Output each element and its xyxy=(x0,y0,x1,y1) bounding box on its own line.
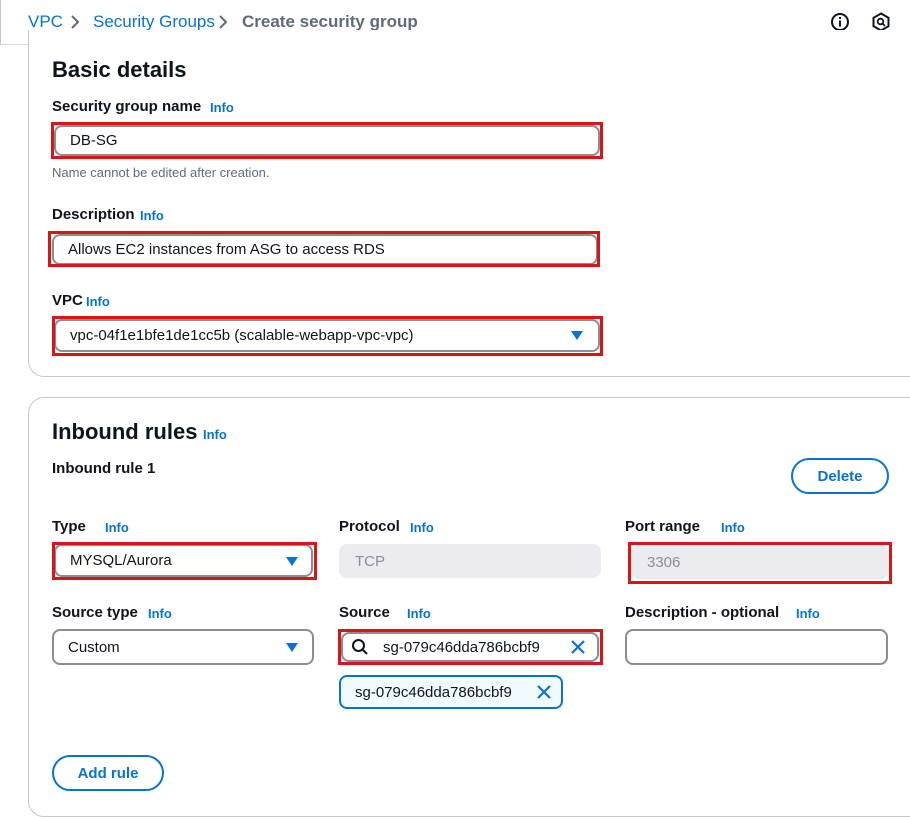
left-edge-divider xyxy=(0,0,1,45)
description-label: Description xyxy=(52,206,135,223)
rule-description-input[interactable] xyxy=(625,629,888,665)
vpc-label: VPC xyxy=(52,292,83,309)
source-type-select[interactable]: Custom xyxy=(52,629,314,665)
chevron-right-icon xyxy=(71,15,80,29)
port-range-label: Port range xyxy=(625,518,701,535)
protocol-label: Protocol xyxy=(339,518,400,535)
highlight-box xyxy=(628,542,892,584)
highlight-box xyxy=(51,122,603,159)
port-range-info-link[interactable]: Info xyxy=(721,520,745,535)
highlight-box xyxy=(52,542,317,580)
source-type-label: Source type xyxy=(52,604,138,621)
security-group-name-info-link[interactable]: Info xyxy=(210,100,234,115)
source-info-link[interactable]: Info xyxy=(407,606,431,621)
rule-description-label: Description - optional xyxy=(625,604,780,621)
protocol-field: TCP xyxy=(339,544,601,578)
source-label: Source xyxy=(339,604,390,621)
delete-rule-button[interactable]: Delete xyxy=(791,458,889,494)
inbound-rules-heading: Inbound rules xyxy=(52,419,198,444)
highlight-box xyxy=(52,316,603,356)
breadcrumb-security-groups-link[interactable]: Security Groups xyxy=(93,12,215,32)
security-group-name-hint: Name cannot be edited after creation. xyxy=(52,165,270,180)
description-info-link[interactable]: Info xyxy=(140,208,164,223)
chevron-right-icon xyxy=(219,15,228,29)
highlight-box xyxy=(48,231,600,267)
inbound-rules-info-link[interactable]: Info xyxy=(203,427,227,442)
basic-details-heading: Basic details xyxy=(52,57,187,82)
add-rule-button[interactable]: Add rule xyxy=(52,755,164,791)
info-circle-icon[interactable] xyxy=(830,12,850,32)
breadcrumb-vpc-link[interactable]: VPC xyxy=(28,12,63,32)
type-label: Type xyxy=(52,518,86,535)
remove-token-icon[interactable] xyxy=(536,684,552,700)
rule-description-info-link[interactable]: Info xyxy=(796,606,820,621)
protocol-info-link[interactable]: Info xyxy=(410,520,434,535)
highlight-box xyxy=(338,629,603,665)
security-group-name-label: Security group name xyxy=(52,98,202,115)
source-token: sg-079c46dda786bcbf9 xyxy=(339,675,563,709)
type-info-link[interactable]: Info xyxy=(105,520,129,535)
source-type-info-link[interactable]: Info xyxy=(148,606,172,621)
caret-down-icon xyxy=(286,643,298,652)
inbound-rule-title: Inbound rule 1 xyxy=(52,460,156,477)
vpc-info-link[interactable]: Info xyxy=(86,294,110,309)
breadcrumb-current-page: Create security group xyxy=(242,12,418,31)
feedback-icon[interactable] xyxy=(871,12,891,32)
